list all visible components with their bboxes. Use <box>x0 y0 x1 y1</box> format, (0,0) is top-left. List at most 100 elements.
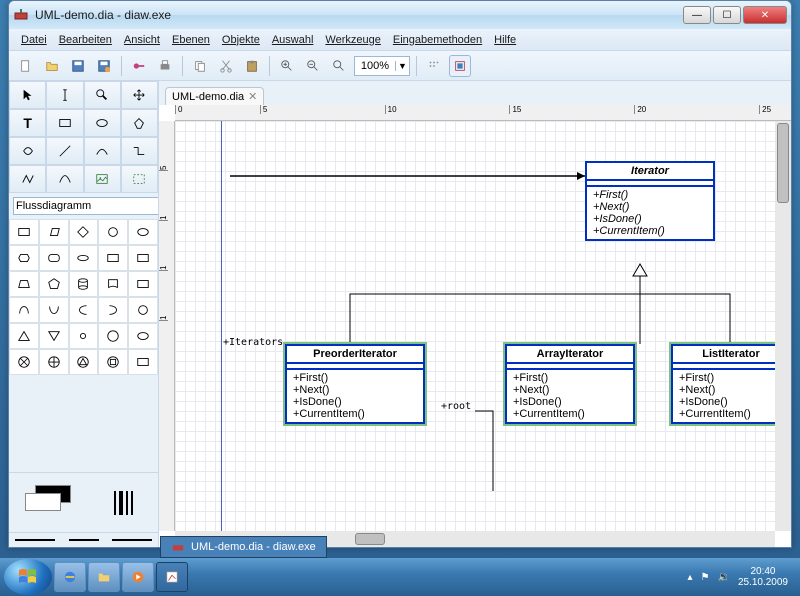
maximize-button[interactable]: ☐ <box>713 6 741 24</box>
shape-tri-down[interactable] <box>39 323 69 349</box>
line-tool[interactable] <box>46 137 83 165</box>
menu-objekte[interactable]: Objekte <box>216 32 266 48</box>
tray-flag-icon[interactable]: ⚑ <box>701 572 710 583</box>
label-root[interactable]: +root <box>441 401 471 412</box>
shape-pentagon[interactable] <box>39 271 69 297</box>
text-tool[interactable]: T <box>9 109 46 137</box>
zoom-in-button[interactable] <box>276 55 298 77</box>
menu-datei[interactable]: Datei <box>15 32 53 48</box>
minimize-button[interactable]: — <box>683 6 711 24</box>
arrow-end[interactable] <box>112 539 152 541</box>
tab-close-icon[interactable]: ✕ <box>248 90 257 103</box>
menu-eingabemethoden[interactable]: Eingabemethoden <box>387 32 488 48</box>
shape-box3[interactable] <box>128 245 158 271</box>
ruler-vertical[interactable]: 5 1 1 1 <box>159 121 175 531</box>
image-tool[interactable] <box>84 165 121 193</box>
shape-rect[interactable] <box>9 219 39 245</box>
taskbar-ie[interactable] <box>54 562 86 592</box>
line-pattern[interactable] <box>114 491 133 515</box>
paste-button[interactable] <box>241 55 263 77</box>
sheet-selector[interactable]: ▼ <box>9 193 158 219</box>
system-tray[interactable]: ▴ ⚑ 🔉 20:40 25.10.2009 <box>679 566 796 588</box>
text-edit-tool[interactable] <box>46 81 83 109</box>
shape-tri-up[interactable] <box>9 323 39 349</box>
shape-oval[interactable] <box>69 245 99 271</box>
ruler-horizontal[interactable]: 0 5 10 15 20 25 <box>175 105 791 121</box>
shape-circle[interactable] <box>98 219 128 245</box>
zoom-combo[interactable]: ▼ <box>354 56 410 76</box>
shape-diamond[interactable] <box>69 219 99 245</box>
taskbar-media[interactable] <box>122 562 154 592</box>
uml-class-array[interactable]: ArrayIterator +First() +Next() +IsDone()… <box>505 344 635 424</box>
shape-roundrect[interactable] <box>39 245 69 271</box>
taskbar-dia[interactable] <box>156 562 188 592</box>
menu-werkzeuge[interactable]: Werkzeuge <box>319 32 386 48</box>
shape-box2[interactable] <box>98 245 128 271</box>
shape-cylinder[interactable] <box>69 271 99 297</box>
object-snap-button[interactable] <box>449 55 471 77</box>
sheet-input[interactable] <box>13 197 159 215</box>
tray-volume-icon[interactable]: 🔉 <box>717 572 729 583</box>
shape-cap3[interactable] <box>69 297 99 323</box>
shape-parallelogram[interactable] <box>39 219 69 245</box>
arrow-start[interactable] <box>15 539 55 541</box>
polygon-tool[interactable] <box>121 109 158 137</box>
line-style[interactable] <box>69 539 99 541</box>
export-button[interactable] <box>128 55 150 77</box>
shape-rbox[interactable] <box>128 271 158 297</box>
shape-box-circle[interactable] <box>98 349 128 375</box>
scroll-tool[interactable] <box>121 81 158 109</box>
zoom-out-button[interactable] <box>302 55 324 77</box>
print-button[interactable] <box>154 55 176 77</box>
shape-cap1[interactable] <box>9 297 39 323</box>
close-button[interactable]: ✕ <box>743 6 787 24</box>
shape-document[interactable] <box>98 271 128 297</box>
beziergon-tool[interactable] <box>9 137 46 165</box>
save-button[interactable] <box>67 55 89 77</box>
shape-cap2[interactable] <box>39 297 69 323</box>
save-as-button[interactable] <box>93 55 115 77</box>
uml-class-iterator[interactable]: Iterator +First() +Next() +IsDone() +Cur… <box>585 161 715 241</box>
shape-cross-circle[interactable] <box>9 349 39 375</box>
menu-ansicht[interactable]: Ansicht <box>118 32 166 48</box>
shape-big-circle[interactable] <box>98 323 128 349</box>
start-button[interactable] <box>4 559 52 595</box>
uml-class-preorder[interactable]: PreorderIterator +First() +Next() +IsDon… <box>285 344 425 424</box>
background-color[interactable] <box>25 493 61 511</box>
shape-trap[interactable] <box>9 271 39 297</box>
pointer-tool[interactable] <box>9 81 46 109</box>
shape-last[interactable] <box>128 349 158 375</box>
arc-tool[interactable] <box>84 137 121 165</box>
bezier-tool[interactable] <box>46 165 83 193</box>
canvas[interactable]: Iterator +First() +Next() +IsDone() +Cur… <box>175 121 775 531</box>
titlebar[interactable]: UML-demo.dia - diaw.exe — ☐ ✕ <box>9 1 791 29</box>
label-iterators[interactable]: +Iterators <box>223 337 283 348</box>
menu-ebenen[interactable]: Ebenen <box>166 32 216 48</box>
shape-plus-circle[interactable] <box>39 349 69 375</box>
shape-ellipse[interactable] <box>128 219 158 245</box>
copy-button[interactable] <box>189 55 211 77</box>
ellipse-tool[interactable] <box>84 109 121 137</box>
shape-cap4[interactable] <box>98 297 128 323</box>
grid-snap-button[interactable] <box>423 55 445 77</box>
polyline-tool[interactable] <box>9 165 46 193</box>
zoom-fit-button[interactable] <box>328 55 350 77</box>
taskbar-explorer[interactable] <box>88 562 120 592</box>
shape-ell2[interactable] <box>128 323 158 349</box>
menu-auswahl[interactable]: Auswahl <box>266 32 320 48</box>
outline-tool[interactable] <box>121 165 158 193</box>
shape-tri-circle[interactable] <box>69 349 99 375</box>
zigzag-tool[interactable] <box>121 137 158 165</box>
tray-expand-icon[interactable]: ▴ <box>687 572 692 583</box>
shape-small-circle[interactable] <box>69 323 99 349</box>
open-button[interactable] <box>41 55 63 77</box>
scrollbar-vertical[interactable] <box>775 121 791 531</box>
uml-class-list[interactable]: ListIterator +First() +Next() +IsDone() … <box>671 344 775 424</box>
box-tool[interactable] <box>46 109 83 137</box>
zoom-input[interactable] <box>355 60 395 72</box>
shape-hexagon[interactable] <box>9 245 39 271</box>
document-tab[interactable]: UML-demo.dia ✕ <box>165 87 264 105</box>
cut-button[interactable] <box>215 55 237 77</box>
menu-bearbeiten[interactable]: Bearbeiten <box>53 32 118 48</box>
new-button[interactable] <box>15 55 37 77</box>
